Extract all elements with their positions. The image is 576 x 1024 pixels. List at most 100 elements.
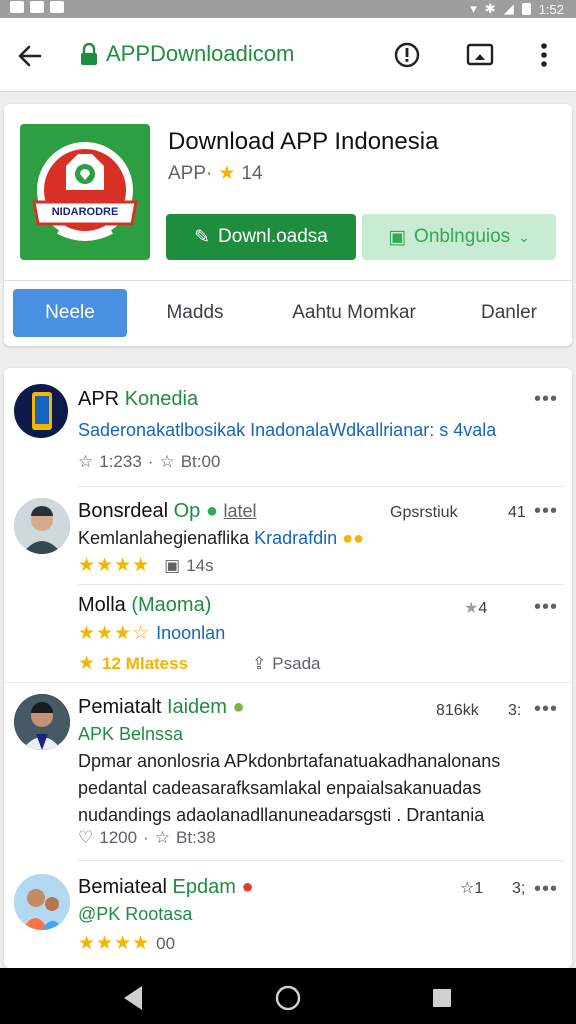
battery-icon: [521, 3, 531, 15]
star-icon: ★: [464, 600, 479, 617]
post-time: Psada: [272, 653, 321, 673]
app-logo: [32, 142, 138, 241]
post-author-highlight: (Maoma): [131, 594, 212, 616]
post-right-stat: ★4: [464, 598, 487, 618]
post-more-button[interactable]: •••: [534, 596, 558, 619]
browser-toolbar: APPDownloadicom: [0, 18, 576, 92]
post-right-count: 3:: [508, 702, 522, 719]
post-author[interactable]: Molla (Maoma): [78, 594, 211, 617]
star-outline-icon: ☆: [460, 880, 475, 897]
post-author[interactable]: Bonsrdeal Op ● latel: [78, 500, 257, 523]
post-stats: ☆ 1:233 · ☆ Bt:00: [78, 452, 221, 471]
post-subtitle: Saderonakatlbosikak InadonalaWdkallriana…: [78, 420, 497, 440]
post-author-name: Pemiatalt: [78, 696, 162, 718]
download-button[interactable]: ✎ Downl.oadsa: [166, 214, 356, 260]
more-vert-icon: [541, 43, 547, 67]
post-more-button[interactable]: •••: [534, 388, 558, 411]
tab-madds[interactable]: Madds: [150, 289, 240, 337]
post-right-count: 4: [478, 600, 488, 617]
divider: [78, 584, 564, 585]
notification-icon: [10, 1, 24, 13]
post-author-tag: latel: [223, 501, 257, 521]
back-nav-button[interactable]: [124, 986, 142, 1010]
post-author[interactable]: Pemiatalt Iaidem ●: [78, 696, 245, 719]
post-body: Dpmar anonlosria APkdonbrtafanatuakadhan…: [78, 751, 501, 825]
likes-count: 1:233: [99, 452, 142, 471]
rating-stars: ★★★★: [78, 555, 151, 576]
cast-icon: [466, 43, 494, 66]
address-bar[interactable]: APPDownloadicom: [80, 41, 294, 67]
post-author[interactable]: APR Konedia: [78, 388, 198, 411]
divider: [78, 860, 564, 861]
post-stats: ★ 12 Mlatess ⇪ Psada: [78, 652, 321, 675]
back-button[interactable]: [14, 40, 46, 72]
system-nav-bar: [0, 968, 576, 1024]
post-right-count: 1: [474, 880, 484, 897]
signal-icon: ◢: [503, 1, 514, 16]
rating-stars: ★★★★: [78, 933, 151, 954]
back-triangle-icon: [124, 986, 142, 1010]
avatar[interactable]: [14, 694, 70, 750]
verified-icon: ●: [205, 500, 218, 522]
post-stats: ♡ 1200 · ☆ Bt:38: [78, 828, 216, 847]
like-icon: ♡: [78, 828, 94, 847]
app-title: Download APP Indonesia: [168, 128, 439, 155]
post-author-name: APR: [78, 388, 120, 410]
promo-label: 12 Mlatess: [102, 653, 189, 673]
options-button[interactable]: ▣ Onblnguios ⌄: [362, 214, 556, 260]
app-meta: APP· ★ 14: [168, 162, 263, 185]
post-more-button[interactable]: •••: [534, 698, 558, 721]
feed-card: APR Konedia ••• Saderonakatlbosikak Inad…: [4, 368, 572, 968]
page-info-button[interactable]: [393, 41, 421, 69]
post-subtitle: Inoonlan: [156, 623, 226, 643]
notification-icon: [30, 1, 44, 13]
emoji-icon: ●●: [342, 528, 364, 548]
post-right-meta: 816kk: [436, 702, 479, 719]
post-author[interactable]: Bemiateal Epdam ●: [78, 876, 254, 899]
avatar[interactable]: [14, 498, 70, 554]
tab-danler[interactable]: Danler: [474, 289, 544, 337]
app-icon[interactable]: NIDARODRE: [20, 124, 150, 260]
download-button-label: Downl.oadsa: [218, 226, 328, 247]
avatar[interactable]: [14, 874, 70, 930]
recents-nav-button[interactable]: [433, 989, 451, 1007]
url-text: APPDownloadicom: [106, 41, 295, 66]
share-icon: ⇪: [252, 653, 267, 673]
post-author-name: Molla: [78, 594, 126, 616]
post-subtitle: @PK Rootasa: [78, 904, 193, 924]
app-card: NIDARODRE Download APP Indonesia APP· ★ …: [4, 104, 572, 346]
post-author-highlight: Iaidem: [166, 696, 227, 718]
tab-bar: Neele Madds Aahtu Momkar Danler: [4, 280, 572, 337]
post-author-name: Bemiateal: [78, 876, 167, 898]
post-more-button[interactable]: •••: [534, 878, 558, 901]
home-nav-button[interactable]: [275, 985, 301, 1011]
status-bar: ▾ ✱ ◢ 1:52: [0, 0, 576, 18]
avatar[interactable]: [14, 384, 68, 438]
phone-avatar-icon: [32, 392, 52, 430]
post-body-highlight: Kradrafdin: [254, 528, 338, 548]
verified-icon: ●: [232, 696, 245, 718]
pencil-icon: ✎: [194, 226, 211, 248]
post-stats: ★★★★ 00: [78, 932, 175, 955]
star-outline-icon: ☆: [78, 452, 94, 471]
post-body: Kemlanlahegienaflika Kradrafdin ●●: [78, 525, 458, 552]
star-icon: ★: [218, 163, 236, 184]
tab-neele[interactable]: Neele: [13, 289, 127, 337]
post-subtitle: APK Belnssa: [78, 724, 184, 744]
post-author-highlight: Op: [173, 500, 201, 522]
reposts-count: Bt:00: [180, 452, 221, 471]
cast-button[interactable]: [466, 42, 494, 68]
post-author-highlight: Konedia: [124, 388, 199, 410]
post-more-button[interactable]: •••: [534, 500, 558, 523]
post-right-stat: ☆1: [460, 878, 483, 898]
post-time: 14s: [186, 555, 214, 575]
overflow-menu-button[interactable]: [530, 40, 558, 70]
recents-square-icon: [433, 989, 451, 1007]
clock-icon: ▣: [164, 555, 181, 575]
people-avatar-icon: [14, 874, 70, 930]
post-stats: ★★★★ ▣ 14s: [78, 554, 214, 577]
divider: [78, 486, 564, 487]
notification-icon: [50, 1, 64, 13]
post-rating: ★★★☆ Inoonlan: [78, 622, 225, 645]
tab-aahtu-momkar[interactable]: Aahtu Momkar: [284, 289, 424, 337]
